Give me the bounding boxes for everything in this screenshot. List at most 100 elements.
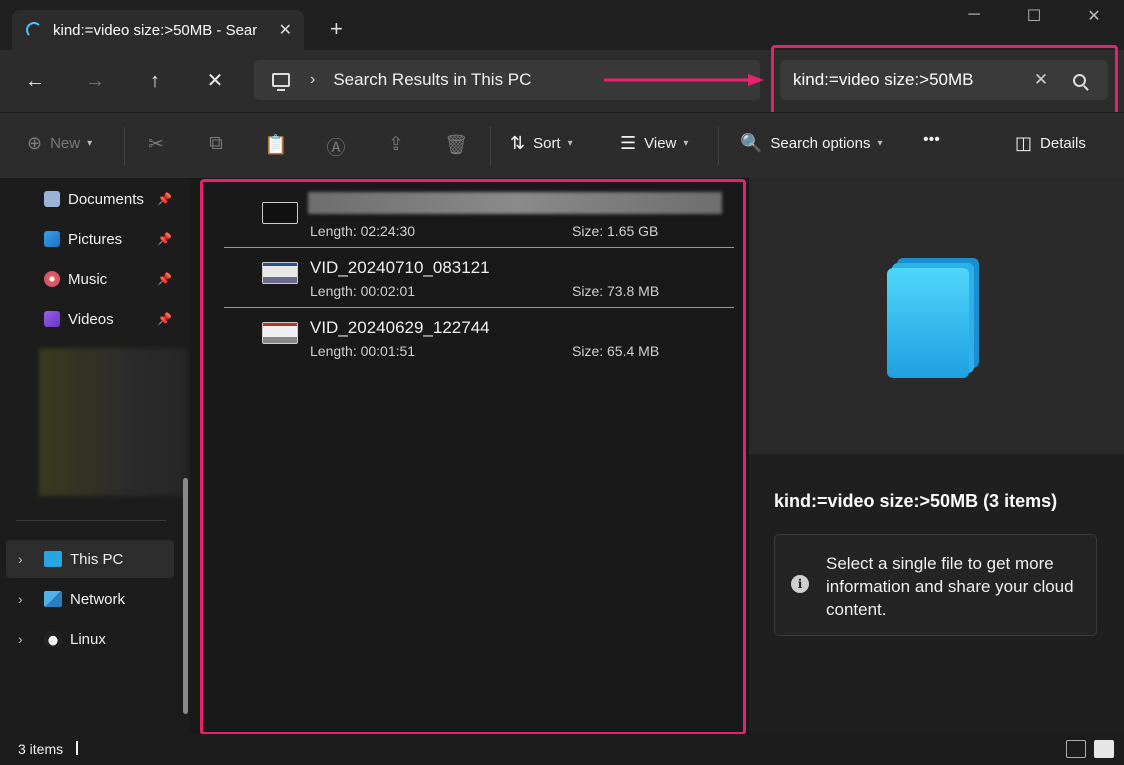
file-length: Length: 02:24:30	[310, 223, 416, 239]
sidebar-scrollbar[interactable]	[183, 478, 188, 714]
sidebar-item-label: Documents	[68, 190, 144, 208]
list-item[interactable]: VID_20240629_122744 Length: 00:01:51 Siz…	[224, 298, 734, 359]
linux-icon	[44, 631, 62, 647]
sidebar-item-label: Linux	[70, 630, 106, 648]
delete-icon[interactable]: 🗑	[444, 133, 468, 157]
new-button[interactable]: ⊕ New ▾	[27, 133, 92, 154]
cut-icon[interactable]: ✂	[144, 133, 168, 156]
up-button[interactable]: ↑	[140, 67, 170, 95]
file-size: Size: 73.8 MB	[572, 283, 660, 299]
annotation-arrow	[604, 74, 764, 86]
view-button[interactable]: ☰ View ▾	[620, 133, 688, 154]
loading-spinner-icon	[26, 22, 42, 38]
tab-close-icon[interactable]: ✕	[279, 20, 292, 40]
close-window-button[interactable]: ✕	[1074, 6, 1114, 26]
command-bar: ⊕ New ▾ ✂ ⧉ 📋 Ⓐ ⇪ 🗑 ⇅ Sort ▾ ☰ View ▾ 🔍 …	[0, 112, 1124, 178]
sidebar-item-label: This PC	[70, 550, 124, 568]
copy-icon[interactable]: ⧉	[204, 133, 228, 155]
details-pane-icon: ◫	[1015, 133, 1033, 153]
file-name: VID_20240710_083121	[310, 258, 490, 277]
view-label: View	[644, 135, 677, 152]
file-stack-icon-front	[887, 268, 969, 378]
info-icon: i	[791, 575, 809, 593]
chevron-down-icon: ▾	[87, 138, 93, 149]
stop-search-button[interactable]: ✕	[200, 67, 230, 95]
plus-circle-icon: ⊕	[27, 133, 43, 153]
file-name-obscured	[308, 192, 722, 214]
pin-icon: 📌	[157, 192, 172, 206]
new-label: New	[50, 135, 81, 152]
pin-icon: 📌	[157, 312, 172, 326]
file-length: Length: 00:01:51	[310, 343, 416, 359]
tiles-view-button[interactable]	[1094, 740, 1114, 758]
search-options-button[interactable]: 🔍 Search options ▾	[740, 133, 883, 154]
obscured-folder-thumbnail	[39, 348, 188, 496]
details-pane-button[interactable]: ◫ Details	[1015, 133, 1086, 154]
sidebar-item-label: Music	[68, 270, 108, 288]
sidebar-item-music[interactable]: Music 📌	[6, 260, 174, 298]
videos-icon	[44, 311, 60, 327]
list-item[interactable]: Length: 02:24:30 Size: 1.65 GB	[224, 178, 734, 239]
new-tab-button[interactable]: +	[330, 18, 343, 40]
rename-icon[interactable]: Ⓐ	[324, 133, 348, 160]
details-info-box: i Select a single file to get more infor…	[774, 534, 1097, 636]
this-pc-icon	[44, 551, 62, 567]
sidebar-divider	[16, 520, 166, 521]
pictures-icon	[44, 231, 60, 247]
file-list: Length: 02:24:30 Size: 1.65 GB VID_20240…	[190, 178, 748, 734]
details-label: Details	[1040, 135, 1086, 152]
status-separator	[76, 741, 78, 755]
search-query-text[interactable]: kind:=video size:>50MB	[793, 70, 1029, 90]
network-icon	[44, 591, 62, 607]
more-options-button[interactable]: •••	[923, 131, 940, 149]
music-icon	[44, 271, 60, 287]
toolbar-divider	[490, 127, 491, 165]
back-button[interactable]: ←	[20, 67, 50, 95]
pin-icon: 📌	[157, 232, 172, 246]
navigation-pane: Documents 📌 Pictures 📌 Music 📌 Videos 📌 …	[0, 178, 190, 734]
tab-search-results[interactable]: kind:=video size:>50MB - Sear ✕	[12, 10, 304, 50]
item-count: 3 items	[18, 741, 64, 757]
sidebar-item-label: Pictures	[68, 230, 123, 248]
chevron-down-icon: ▾	[567, 138, 573, 149]
pin-icon: 📌	[157, 272, 172, 286]
search-options-label: Search options	[770, 135, 871, 152]
maximize-button[interactable]: ☐	[1014, 6, 1054, 26]
sidebar-item-network[interactable]: › Network	[6, 580, 174, 618]
paste-icon[interactable]: 📋	[264, 133, 288, 157]
search-icon[interactable]	[1073, 73, 1086, 87]
file-name: VID_20240629_122744	[310, 318, 490, 337]
forward-button[interactable]: →	[80, 67, 110, 95]
chevron-down-icon: ▾	[877, 138, 883, 149]
status-bar: 3 items	[0, 734, 1124, 765]
file-size: Size: 65.4 MB	[572, 343, 660, 359]
expand-chevron-icon[interactable]: ›	[18, 591, 23, 607]
breadcrumb-chevron-icon[interactable]: ›	[310, 71, 315, 89]
sidebar-item-label: Videos	[68, 310, 114, 328]
list-item[interactable]: VID_20240710_083121 Length: 00:02:01 Siz…	[224, 238, 734, 299]
sidebar-item-documents[interactable]: Documents 📌	[6, 180, 174, 218]
details-pane: kind:=video size:>50MB (3 items) i Selec…	[749, 178, 1124, 734]
sidebar-item-videos[interactable]: Videos 📌	[6, 300, 174, 338]
tab-title: kind:=video size:>50MB - Sear	[53, 21, 258, 39]
sort-icon: ⇅	[510, 133, 526, 153]
details-view-button[interactable]	[1066, 740, 1086, 758]
expand-chevron-icon[interactable]: ›	[18, 551, 23, 567]
minimize-button[interactable]: ─	[954, 6, 994, 24]
search-input[interactable]: kind:=video size:>50MB ✕	[780, 60, 1108, 100]
view-list-icon: ☰	[620, 133, 637, 153]
sidebar-item-linux[interactable]: › Linux	[6, 620, 174, 658]
video-thumbnail	[262, 322, 298, 344]
expand-chevron-icon[interactable]: ›	[18, 631, 23, 647]
documents-icon	[44, 191, 60, 207]
file-size: Size: 1.65 GB	[572, 223, 659, 239]
details-info-text: Select a single file to get more informa…	[826, 554, 1074, 619]
sort-button[interactable]: ⇅ Sort ▾	[510, 133, 573, 154]
share-icon[interactable]: ⇪	[384, 133, 408, 156]
clear-search-icon[interactable]: ✕	[1029, 70, 1053, 90]
sidebar-item-this-pc[interactable]: › This PC	[6, 540, 174, 578]
details-title: kind:=video size:>50MB (3 items)	[774, 491, 1058, 511]
sidebar-item-pictures[interactable]: Pictures 📌	[6, 220, 174, 258]
toolbar-divider	[718, 127, 719, 165]
breadcrumb-location[interactable]: Search Results in This PC	[333, 70, 531, 90]
